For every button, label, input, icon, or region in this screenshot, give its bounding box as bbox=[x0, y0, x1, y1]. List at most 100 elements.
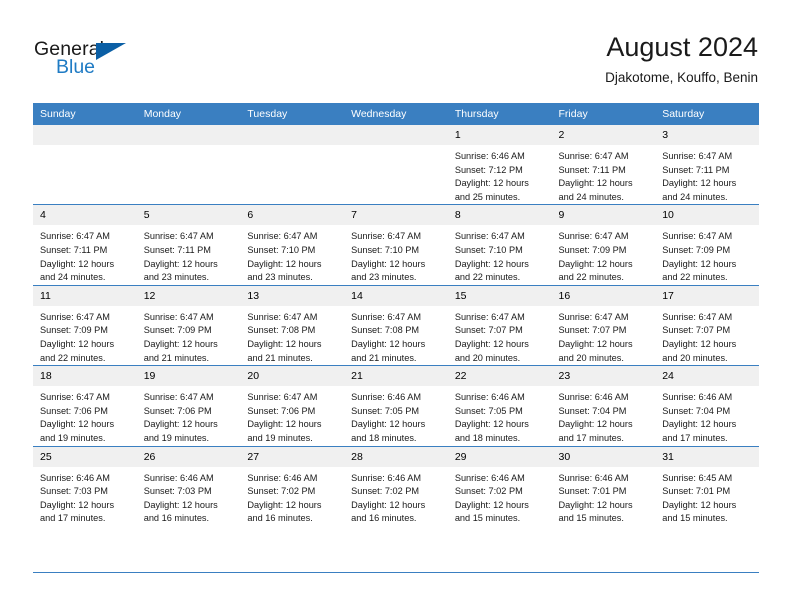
day-daylight-text: Daylight: 12 hours bbox=[351, 338, 426, 349]
day-sunset-text: Sunset: 7:10 PM bbox=[454, 244, 523, 255]
calendar-cell-day[interactable]: 22 Sunrise: 6:46 AM Sunset: 7:05 PM Dayligh… bbox=[447, 365, 552, 446]
day-daylight-text: and 15 minutes. bbox=[454, 513, 521, 524]
day-number: 12 bbox=[136, 285, 241, 306]
day-sun-info: Sunrise: 6:47 AM Sunset: 7:11 PM Daylight:… bbox=[33, 225, 137, 284]
day-daylight-text: and 20 minutes. bbox=[558, 352, 624, 363]
day-daylight-text: Daylight: 12 hours bbox=[40, 338, 115, 349]
day-sunrise-text: Sunrise: 6:47 AM bbox=[558, 151, 629, 161]
day-number: 24 bbox=[655, 366, 759, 387]
day-number bbox=[240, 125, 345, 145]
day-number bbox=[33, 125, 137, 145]
calendar-cell-day[interactable]: 19 Sunrise: 6:47 AM Sunset: 7:06 PM Dayligh… bbox=[136, 365, 241, 446]
calendar-cell-day[interactable]: 2 Sunrise: 6:47 AM Sunset: 7:11 PM Daylight… bbox=[551, 125, 656, 205]
calendar-cell-day[interactable]: 23 Sunrise: 6:46 AM Sunset: 7:04 PM Dayligh… bbox=[551, 365, 656, 446]
day-daylight-text: Daylight: 12 hours bbox=[454, 419, 529, 430]
day-sun-info: Sunrise: 6:46 AM Sunset: 7:01 PM Daylight:… bbox=[552, 467, 656, 526]
day-sun-info: Sunrise: 6:47 AM Sunset: 7:06 PM Daylight:… bbox=[240, 386, 344, 445]
day-daylight-text: and 15 minutes. bbox=[662, 513, 728, 524]
day-sun-info: Sunrise: 6:47 AM Sunset: 7:11 PM Daylight:… bbox=[137, 225, 241, 284]
title-block: August 2024 Djakotome, Kouffo, Benin bbox=[605, 30, 758, 88]
day-sun-info: Sunrise: 6:47 AM Sunset: 7:10 PM Daylight:… bbox=[448, 225, 552, 284]
day-number: 16 bbox=[551, 285, 656, 306]
calendar-cell-day[interactable]: 28 Sunrise: 6:46 AM Sunset: 7:02 PM Dayligh… bbox=[344, 445, 448, 526]
calendar-cell-day[interactable]: 3 Sunrise: 6:47 AM Sunset: 7:11 PM Daylight… bbox=[655, 125, 759, 205]
calendar-cell-day[interactable]: 27 Sunrise: 6:46 AM Sunset: 7:02 PM Dayligh… bbox=[240, 445, 345, 526]
day-number: 29 bbox=[447, 446, 552, 467]
day-daylight-text: and 17 minutes. bbox=[662, 432, 728, 443]
day-sunset-text: Sunset: 7:06 PM bbox=[143, 405, 212, 416]
day-daylight-text: and 25 minutes. bbox=[454, 191, 521, 202]
day-daylight-text: and 20 minutes. bbox=[454, 352, 521, 363]
calendar-cell-day[interactable]: 17 Sunrise: 6:47 AM Sunset: 7:07 PM Dayligh… bbox=[655, 284, 759, 366]
day-sunrise-text: Sunrise: 6:47 AM bbox=[143, 392, 214, 403]
calendar-cell-day[interactable]: 18 Sunrise: 6:47 AM Sunset: 7:06 PM Dayligh… bbox=[33, 365, 137, 446]
day-sunset-text: Sunset: 7:07 PM bbox=[454, 325, 523, 336]
calendar-cell-day[interactable]: 10 Sunrise: 6:47 AM Sunset: 7:09 PM Dayligh… bbox=[655, 204, 759, 286]
day-daylight-text: Daylight: 12 hours bbox=[662, 419, 737, 430]
calendar-cell-day[interactable]: 13 Sunrise: 6:47 AM Sunset: 7:08 PM Dayligh… bbox=[240, 284, 345, 366]
day-daylight-text: and 18 minutes. bbox=[454, 432, 521, 443]
calendar-cell-day[interactable]: 29 Sunrise: 6:46 AM Sunset: 7:02 PM Dayligh… bbox=[447, 445, 552, 526]
day-number: 31 bbox=[655, 446, 759, 467]
day-sunrise-text: Sunrise: 6:47 AM bbox=[662, 311, 733, 322]
day-number: 18 bbox=[33, 366, 137, 387]
calendar-cell-day[interactable]: 8 Sunrise: 6:47 AM Sunset: 7:10 PM Daylight… bbox=[447, 204, 552, 286]
calendar-cell-day[interactable]: 6 Sunrise: 6:47 AM Sunset: 7:10 PM Daylight… bbox=[240, 204, 345, 286]
calendar-week-row: 1 Sunrise: 6:46 AM Sunset: 7:12 PM Daylight… bbox=[33, 125, 759, 205]
calendar-cell-day[interactable]: 16 Sunrise: 6:47 AM Sunset: 7:07 PM Dayligh… bbox=[551, 284, 656, 366]
calendar-cell-day[interactable]: 15 Sunrise: 6:47 AM Sunset: 7:07 PM Dayligh… bbox=[447, 284, 552, 366]
day-daylight-text: Daylight: 12 hours bbox=[454, 178, 529, 189]
day-daylight-text: and 16 minutes. bbox=[247, 513, 313, 524]
calendar-cell-day[interactable]: 26 Sunrise: 6:46 AM Sunset: 7:03 PM Dayligh… bbox=[136, 445, 241, 526]
day-daylight-text: Daylight: 12 hours bbox=[558, 178, 633, 189]
calendar-cell-day[interactable]: 9 Sunrise: 6:47 AM Sunset: 7:09 PM Daylight… bbox=[551, 204, 656, 286]
calendar-table: Sunday Monday Tuesday Wednesday Thursday… bbox=[33, 103, 759, 526]
calendar-cell-day[interactable]: 14 Sunrise: 6:47 AM Sunset: 7:08 PM Dayligh… bbox=[344, 284, 448, 366]
calendar-cell-day[interactable]: 31 Sunrise: 6:45 AM Sunset: 7:01 PM Dayligh… bbox=[655, 445, 759, 526]
day-sunrise-text: Sunrise: 6:47 AM bbox=[143, 231, 214, 242]
day-number: 22 bbox=[447, 366, 552, 387]
day-number: 15 bbox=[447, 285, 552, 306]
day-sunset-text: Sunset: 7:09 PM bbox=[662, 244, 731, 255]
calendar-cell-day[interactable]: 5 Sunrise: 6:47 AM Sunset: 7:11 PM Daylight… bbox=[136, 204, 241, 286]
day-sunrise-text: Sunrise: 6:47 AM bbox=[143, 311, 214, 322]
calendar-cell-day[interactable]: 30 Sunrise: 6:46 AM Sunset: 7:01 PM Dayligh… bbox=[551, 445, 656, 526]
day-daylight-text: and 16 minutes. bbox=[143, 513, 210, 524]
day-sunset-text: Sunset: 7:12 PM bbox=[454, 164, 523, 175]
day-daylight-text: Daylight: 12 hours bbox=[558, 499, 633, 510]
day-sunrise-text: Sunrise: 6:46 AM bbox=[454, 472, 525, 483]
day-sunset-text: Sunset: 7:07 PM bbox=[558, 325, 627, 336]
day-daylight-text: Daylight: 12 hours bbox=[351, 419, 426, 430]
day-daylight-text: Daylight: 12 hours bbox=[143, 419, 218, 430]
calendar-cell-empty bbox=[240, 125, 345, 205]
calendar-cell-day[interactable]: 25 Sunrise: 6:46 AM Sunset: 7:03 PM Dayligh… bbox=[33, 445, 137, 526]
day-sun-info: Sunrise: 6:47 AM Sunset: 7:11 PM Daylight:… bbox=[552, 145, 656, 204]
day-sunrise-text: Sunrise: 6:46 AM bbox=[662, 392, 733, 403]
day-daylight-text: and 24 minutes. bbox=[558, 191, 624, 202]
day-daylight-text: Daylight: 12 hours bbox=[351, 499, 426, 510]
calendar-cell-day[interactable]: 11 Sunrise: 6:47 AM Sunset: 7:09 PM Dayligh… bbox=[33, 284, 137, 366]
day-daylight-text: Daylight: 12 hours bbox=[40, 419, 115, 430]
day-number: 3 bbox=[655, 125, 759, 145]
day-sun-info: Sunrise: 6:46 AM Sunset: 7:02 PM Daylight:… bbox=[448, 467, 552, 526]
calendar-cell-day[interactable]: 20 Sunrise: 6:47 AM Sunset: 7:06 PM Dayligh… bbox=[240, 365, 345, 446]
calendar-bottom-rule bbox=[33, 572, 759, 573]
day-sun-info: Sunrise: 6:46 AM Sunset: 7:03 PM Daylight:… bbox=[137, 467, 241, 526]
brand-logo[interactable]: General Blue bbox=[34, 38, 154, 84]
calendar-cell-day[interactable]: 1 Sunrise: 6:46 AM Sunset: 7:12 PM Daylight… bbox=[447, 125, 552, 205]
day-daylight-text: Daylight: 12 hours bbox=[247, 338, 322, 349]
day-sunset-text: Sunset: 7:11 PM bbox=[40, 244, 108, 255]
calendar-cell-day[interactable]: 21 Sunrise: 6:46 AM Sunset: 7:05 PM Dayligh… bbox=[344, 365, 448, 446]
calendar-cell-day[interactable]: 4 Sunrise: 6:47 AM Sunset: 7:11 PM Daylight… bbox=[33, 204, 137, 286]
day-sunrise-text: Sunrise: 6:47 AM bbox=[247, 392, 318, 403]
calendar-cell-day[interactable]: 24 Sunrise: 6:46 AM Sunset: 7:04 PM Dayligh… bbox=[655, 365, 759, 446]
triangle-logo-icon bbox=[96, 43, 126, 60]
day-daylight-text: Daylight: 12 hours bbox=[662, 499, 737, 510]
day-sun-info: Sunrise: 6:47 AM Sunset: 7:10 PM Daylight:… bbox=[344, 225, 448, 284]
day-daylight-text: and 23 minutes. bbox=[351, 272, 417, 283]
day-sunrise-text: Sunrise: 6:46 AM bbox=[247, 472, 318, 483]
day-sunset-text: Sunset: 7:11 PM bbox=[143, 244, 211, 255]
calendar-cell-day[interactable]: 7 Sunrise: 6:47 AM Sunset: 7:10 PM Daylight… bbox=[344, 204, 448, 286]
day-daylight-text: and 23 minutes. bbox=[143, 272, 210, 283]
calendar-cell-day[interactable]: 12 Sunrise: 6:47 AM Sunset: 7:09 PM Dayligh… bbox=[136, 284, 241, 366]
